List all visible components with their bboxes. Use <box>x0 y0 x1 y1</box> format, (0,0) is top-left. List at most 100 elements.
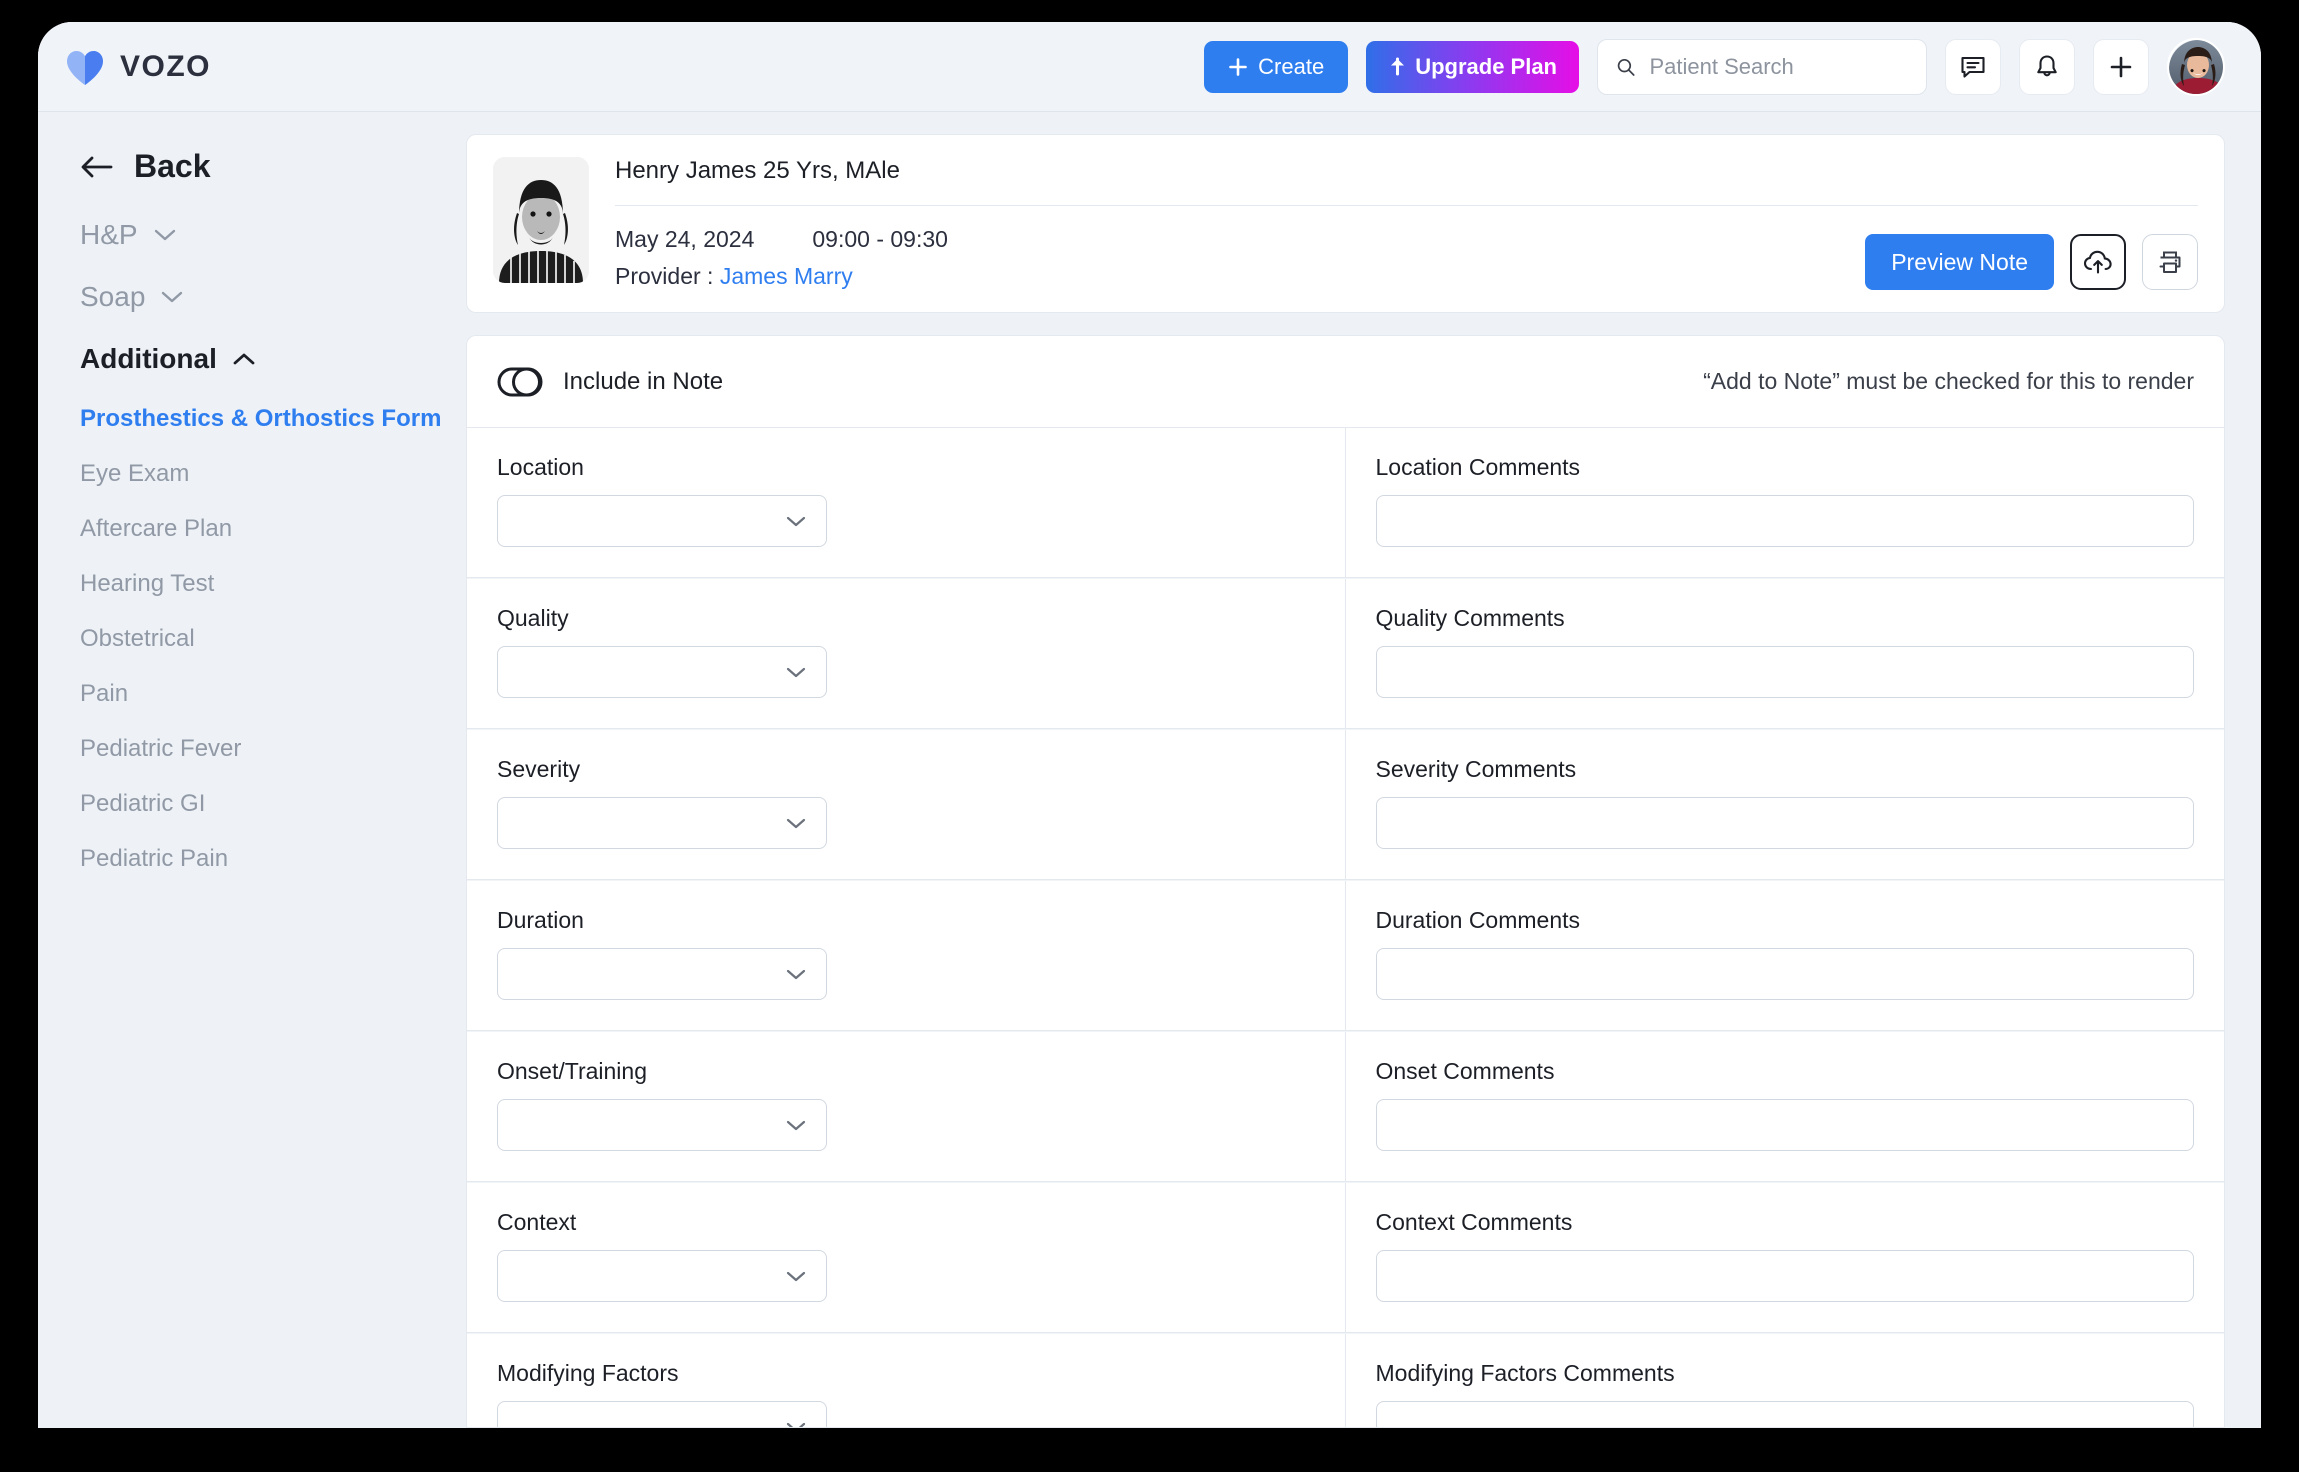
sidebar-section-soap[interactable]: Soap <box>80 281 458 313</box>
brand-logo-area[interactable]: VOZO <box>64 48 211 86</box>
chevron-down-icon <box>786 1422 806 1427</box>
messages-button[interactable] <box>1945 38 2001 95</box>
chevron-down-icon <box>786 1120 806 1130</box>
patient-name: Henry James 25 Yrs, MAle <box>615 157 2198 206</box>
chevron-up-icon <box>233 353 255 365</box>
location-select[interactable] <box>497 495 827 547</box>
back-button[interactable]: Back <box>80 148 458 185</box>
preview-note-button[interactable]: Preview Note <box>1865 234 2054 290</box>
sidebar-item-pain[interactable]: Pain <box>80 680 458 708</box>
chevron-down-icon <box>162 291 183 303</box>
form-row: Modifying Factors Modifying Factors Comm… <box>467 1333 2225 1427</box>
upload-to-cloud-button[interactable] <box>2070 234 2126 290</box>
printer-icon <box>2159 251 2181 273</box>
field-label: Modifying Factors Comments <box>1375 1360 1675 1386</box>
create-button[interactable]: Create <box>1204 40 1349 93</box>
avatar-photo <box>2169 39 2223 94</box>
field-duration-comments: Duration Comments <box>1346 881 2225 1030</box>
modifying-factors-select[interactable] <box>497 1401 827 1427</box>
field-quality: Quality <box>467 579 1346 728</box>
field-severity: Severity <box>467 730 1346 879</box>
sidebar-item-aftercare-plan[interactable]: Aftercare Plan <box>80 515 458 543</box>
severity-select[interactable] <box>497 797 827 849</box>
form-row: Context Context Comments <box>467 1182 2224 1333</box>
form-row: Location Location Comments <box>467 428 2224 578</box>
severity-comments-input[interactable] <box>1375 797 2194 849</box>
form-row: Onset/Training Onset Comments <box>467 1031 2224 1182</box>
field-location-comments: Location Comments <box>1346 428 2225 577</box>
form-row: Severity Severity Comments <box>467 729 2224 880</box>
field-location: Location <box>467 428 1346 577</box>
field-label: Location Comments <box>1375 454 1581 480</box>
patient-header-card: Henry James 25 Yrs, MAle May 24, 2024 09… <box>466 134 2225 313</box>
sidebar-item-obstetrical[interactable]: Obstetrical <box>80 625 458 653</box>
sidebar-item-pediatric-gi[interactable]: Pediatric GI <box>80 790 458 818</box>
field-label: Modifying Factors <box>497 1360 679 1386</box>
sidebar-item-pediatric-pain[interactable]: Pediatric Pain <box>80 845 458 873</box>
quality-comments-input[interactable] <box>1375 646 2194 698</box>
plus-icon <box>1229 57 1247 76</box>
field-context-comments: Context Comments <box>1346 1183 2225 1332</box>
print-button[interactable] <box>2142 234 2198 290</box>
field-label: Onset/Training <box>497 1058 647 1084</box>
sidebar-item-prosthestics-orthostics-form[interactable]: Prosthestics & Orthostics Form <box>80 405 458 433</box>
chevron-down-icon <box>786 969 806 979</box>
sidebar-item-eye-exam[interactable]: Eye Exam <box>80 460 458 488</box>
app-window: VOZO Create Upgrade Plan Patient Search … <box>38 22 2261 1428</box>
field-duration: Duration <box>467 881 1346 1030</box>
appointment-date: May 24, 2024 <box>615 226 755 252</box>
field-label: Context Comments <box>1375 1209 1573 1235</box>
appointment-time: 09:00 - 09:30 <box>812 226 948 252</box>
location-comments-input[interactable] <box>1375 495 2194 547</box>
patient-search-box[interactable] <box>1597 38 1927 95</box>
search-input[interactable] <box>1649 53 1908 80</box>
context-comments-input[interactable] <box>1375 1250 2194 1302</box>
main-content: Henry James 25 Yrs, MAle May 24, 2024 09… <box>458 112 2261 1428</box>
patient-info: Henry James 25 Yrs, MAle May 24, 2024 09… <box>615 157 2198 290</box>
patient-photo-image <box>493 157 589 283</box>
sidebar: Back H&P Soap Additional Prosthestics & … <box>38 112 458 1428</box>
form-panel: Include in Note “Add to Note” must be ch… <box>466 335 2225 1428</box>
include-in-note-toggle[interactable]: Include in Note <box>497 365 723 399</box>
field-label: Severity <box>497 756 581 782</box>
form-rows: Location Location Comments Quality Quali… <box>467 428 2224 1427</box>
sidebar-item-pediatric-fever[interactable]: Pediatric Fever <box>80 735 458 763</box>
upgrade-plan-button[interactable]: Upgrade Plan <box>1366 40 1579 93</box>
include-in-note-row: Include in Note “Add to Note” must be ch… <box>467 336 2224 428</box>
field-label: Onset Comments <box>1375 1058 1555 1084</box>
duration-comments-input[interactable] <box>1375 948 2194 1000</box>
body-area: Back H&P Soap Additional Prosthestics & … <box>38 112 2261 1428</box>
field-onset-comments: Onset Comments <box>1346 1032 2225 1181</box>
onset-comments-input[interactable] <box>1375 1099 2194 1151</box>
sidebar-section-additional[interactable]: Additional <box>80 343 458 375</box>
chevron-down-icon <box>786 818 806 828</box>
field-severity-comments: Severity Comments <box>1346 730 2225 879</box>
render-hint-text: “Add to Note” must be checked for this t… <box>1703 368 2194 394</box>
arrow-up-icon <box>1391 57 1405 76</box>
chevron-down-icon <box>786 516 806 526</box>
arrow-left-icon <box>81 156 113 177</box>
notifications-button[interactable] <box>2019 38 2075 95</box>
back-label: Back <box>134 148 211 184</box>
provider-name-link[interactable]: James Marry <box>720 263 853 289</box>
device-frame: VOZO Create Upgrade Plan Patient Search … <box>0 0 2299 1472</box>
patient-meta-row: May 24, 2024 09:00 - 09:30 Provider : Ja… <box>615 206 2198 290</box>
include-in-note-label: Include in Note <box>563 367 724 395</box>
quality-select[interactable] <box>497 646 827 698</box>
field-quality-comments: Quality Comments <box>1346 579 2225 728</box>
context-select[interactable] <box>497 1250 827 1302</box>
onset-training-select[interactable] <box>497 1099 827 1151</box>
field-label: Context <box>497 1209 577 1235</box>
sidebar-item-hearing-test[interactable]: Hearing Test <box>80 570 458 598</box>
field-modifying-factors-comments: Modifying Factors Comments <box>1346 1334 2225 1427</box>
patient-photo <box>493 157 589 283</box>
modifying-factors-comments-input[interactable] <box>1375 1401 2194 1427</box>
field-onset-training: Onset/Training <box>467 1032 1346 1181</box>
brand-name: VOZO <box>120 49 212 83</box>
add-button[interactable] <box>2093 38 2149 95</box>
provider-label: Provider : <box>615 263 714 289</box>
user-avatar[interactable] <box>2167 37 2225 96</box>
sidebar-section-hp[interactable]: H&P <box>80 219 458 251</box>
field-label: Duration <box>497 907 584 933</box>
duration-select[interactable] <box>497 948 827 1000</box>
